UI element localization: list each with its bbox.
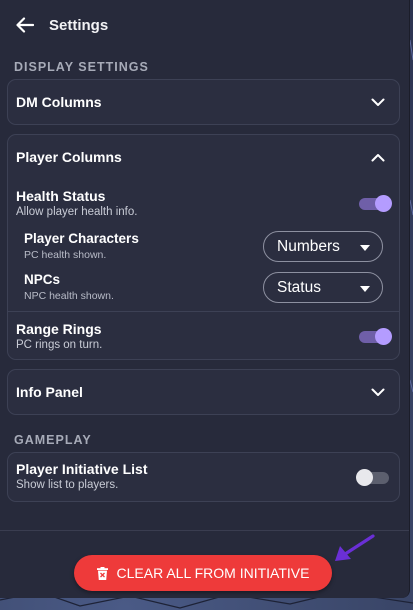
settings-panel: Settings DISPLAY SETTINGS DM Columns Pla… — [0, 0, 410, 598]
player-characters-select[interactable]: Numbers — [263, 231, 383, 262]
dm-columns-card: DM Columns — [7, 79, 400, 125]
range-rings-row: Range Rings PC rings on turn. — [16, 321, 399, 351]
health-status-title: Health Status — [16, 188, 106, 204]
dm-columns-title: DM Columns — [16, 94, 102, 110]
player-columns-header[interactable]: Player Columns — [8, 135, 399, 179]
chevron-up-icon — [369, 148, 387, 166]
clear-initiative-button[interactable]: CLEAR ALL FROM INITIATIVE — [74, 555, 332, 591]
section-heading-gameplay: GAMEPLAY — [14, 433, 92, 447]
range-rings-subtitle: PC rings on turn. — [16, 339, 103, 351]
npcs-select[interactable]: Status — [263, 272, 383, 303]
arrow-left-icon[interactable] — [14, 14, 36, 36]
toggle-knob — [375, 195, 392, 212]
health-status-subtitle: Allow player health info. — [16, 206, 138, 218]
divider — [8, 311, 399, 312]
toggle-knob — [375, 328, 392, 345]
player-characters-select-value: Numbers — [277, 237, 340, 255]
player-columns-card: Player Columns Health Status Allow playe… — [7, 134, 400, 360]
player-initiative-title: Player Initiative List — [16, 461, 148, 477]
info-panel-header[interactable]: Info Panel — [8, 370, 399, 414]
page-title: Settings — [49, 16, 109, 34]
player-initiative-toggle[interactable] — [356, 469, 389, 486]
range-rings-title: Range Rings — [16, 321, 102, 337]
trash-icon — [96, 566, 108, 580]
player-initiative-subtitle: Show list to players. — [16, 479, 119, 491]
range-rings-toggle[interactable] — [359, 328, 392, 345]
pointer-arrow-icon — [334, 534, 376, 569]
footer-divider — [0, 530, 409, 531]
player-initiative-row: Player Initiative List Show list to play… — [16, 461, 399, 491]
player-initiative-card: Player Initiative List Show list to play… — [7, 452, 400, 502]
settings-header: Settings — [0, 0, 409, 50]
health-status-row: Health Status Allow player health info. — [16, 188, 399, 218]
caret-down-icon — [360, 279, 370, 297]
toggle-knob — [356, 469, 373, 486]
section-heading-display: DISPLAY SETTINGS — [14, 60, 149, 74]
health-status-toggle[interactable] — [359, 195, 392, 212]
player-columns-title: Player Columns — [16, 149, 122, 165]
npcs-select-value: Status — [277, 278, 321, 296]
info-panel-card: Info Panel — [7, 369, 400, 415]
clear-initiative-label: CLEAR ALL FROM INITIATIVE — [116, 565, 310, 581]
info-panel-title: Info Panel — [16, 384, 83, 400]
chevron-down-icon — [369, 93, 387, 111]
dm-columns-header[interactable]: DM Columns — [8, 80, 399, 124]
chevron-down-icon — [369, 383, 387, 401]
caret-down-icon — [360, 238, 370, 256]
